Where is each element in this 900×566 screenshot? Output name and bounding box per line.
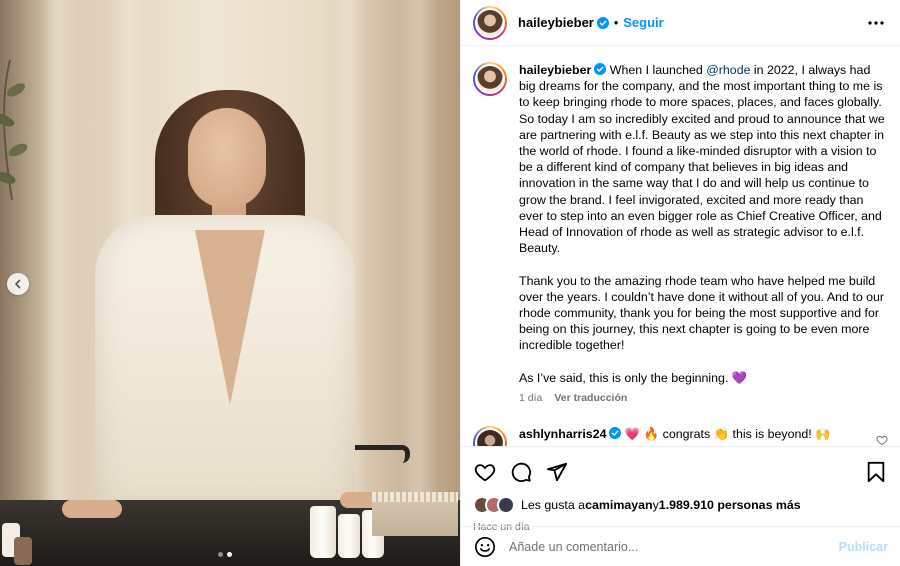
liker-avatars xyxy=(473,496,515,514)
bookmark-icon xyxy=(867,461,885,483)
person-face xyxy=(188,108,266,208)
liker-username[interactable]: camimayan xyxy=(585,498,653,512)
post-photo xyxy=(0,0,460,566)
person-hand xyxy=(62,500,122,518)
comment-icon xyxy=(511,462,532,483)
separator-dot: • xyxy=(613,15,619,30)
action-icons xyxy=(473,457,888,487)
comment-text: ashlynharris24 💗 🔥 congrats 👏 this is be… xyxy=(519,426,876,442)
product-tube xyxy=(338,514,360,558)
caption-text: haileybieber When I launched @rhode in 2… xyxy=(519,62,888,386)
more-options-button[interactable] xyxy=(864,11,888,35)
emoji-icon xyxy=(475,536,495,557)
carousel-indicator xyxy=(218,552,232,557)
like-button[interactable] xyxy=(473,460,497,484)
comment-body: 💗 🔥 congrats 👏 this is beyond! 🙌 xyxy=(621,427,831,442)
see-translation-button[interactable]: Ver traducción xyxy=(554,392,627,404)
post-comment-button[interactable]: Publicar xyxy=(839,540,888,554)
product-tube xyxy=(310,506,336,558)
curtain-fold xyxy=(400,0,438,566)
blazer-neckline xyxy=(195,230,265,405)
verified-badge-icon xyxy=(609,427,622,440)
comment-item: ashlynharris24 💗 🔥 congrats 👏 this is be… xyxy=(473,426,888,446)
product-tray xyxy=(372,492,458,536)
comment-input[interactable] xyxy=(509,539,839,554)
liker-avatar xyxy=(497,496,515,514)
carousel-dot-active xyxy=(227,552,232,557)
commenter-username[interactable]: ashlynharris24 xyxy=(519,427,606,441)
caption-author-avatar[interactable] xyxy=(473,62,507,96)
verified-badge-icon xyxy=(594,63,607,75)
caption-meta: 1 día Ver traducción xyxy=(519,392,888,404)
instagram-post-modal: haileybieber • Seguir haileybieber When … xyxy=(0,0,900,566)
post-side-panel: haileybieber • Seguir haileybieber When … xyxy=(460,0,900,566)
add-comment-bar: Publicar xyxy=(461,526,900,566)
author-username[interactable]: haileybieber xyxy=(518,15,594,30)
comment-button[interactable] xyxy=(509,460,533,484)
caption-age: 1 día xyxy=(519,392,543,405)
post-caption: haileybieber When I launched @rhode in 2… xyxy=(473,62,888,404)
caption-body: haileybieber When I launched @rhode in 2… xyxy=(519,62,888,404)
likes-summary: Les gusta a camimayan y 1.989.910 person… xyxy=(473,496,888,514)
post-header: haileybieber • Seguir xyxy=(461,0,900,46)
follow-button[interactable]: Seguir xyxy=(623,15,663,30)
caption-text-part: When I launched xyxy=(606,63,707,77)
comments-section[interactable]: haileybieber When I launched @rhode in 2… xyxy=(461,46,900,446)
carousel-dot xyxy=(218,552,223,557)
heart-icon xyxy=(474,464,496,482)
comment-like-icon[interactable] xyxy=(876,434,888,446)
save-button[interactable] xyxy=(864,460,888,484)
verified-badge-icon xyxy=(596,16,609,29)
author-avatar[interactable] xyxy=(473,5,507,40)
plant-leaves xyxy=(0,60,28,200)
share-icon xyxy=(546,462,568,482)
curtain-fold xyxy=(40,0,78,566)
carousel-prev-button[interactable] xyxy=(7,273,29,295)
caption-text-part: in 2022, I always had big dreams for the… xyxy=(519,63,885,385)
likes-count[interactable]: 1.989.910 personas más xyxy=(659,498,801,512)
chevron-left-icon xyxy=(15,279,21,289)
emoji-button[interactable] xyxy=(473,535,497,559)
commenter-avatar[interactable] xyxy=(473,426,507,446)
likes-prefix: Les gusta a xyxy=(521,498,586,512)
caption-author[interactable]: haileybieber xyxy=(519,63,591,77)
share-button[interactable] xyxy=(545,460,569,484)
more-icon xyxy=(868,20,884,25)
bottles xyxy=(0,515,42,566)
mention-link[interactable]: @rhode xyxy=(706,63,750,77)
